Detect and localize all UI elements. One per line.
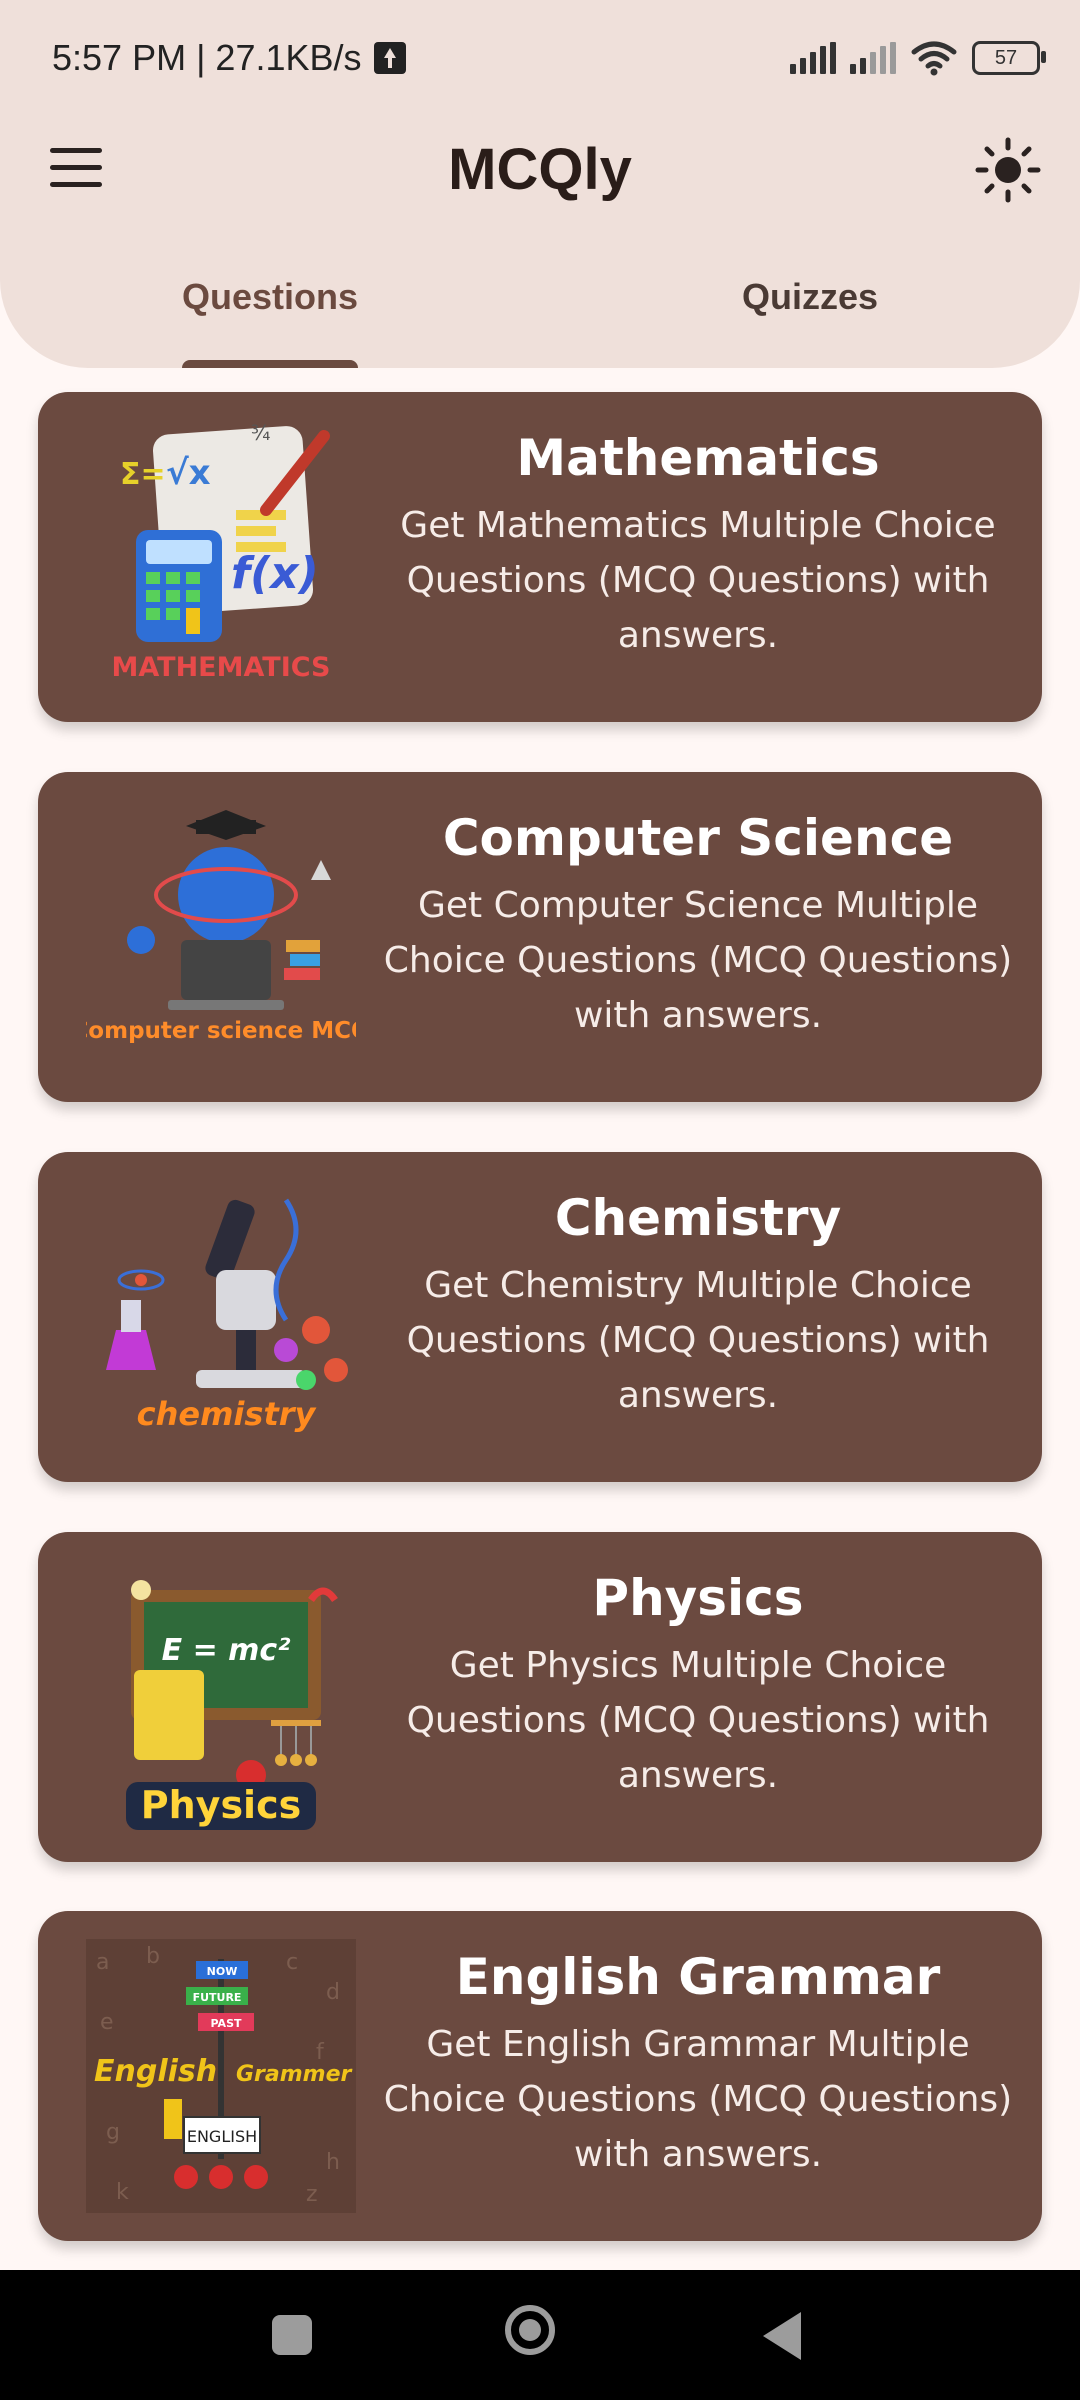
system-navigation-bar [0,2270,1080,2400]
physics-image-label: Physics [141,1783,301,1827]
svg-text:e: e [100,2010,114,2035]
mathematics-image-label: MATHEMATICS [111,652,330,683]
subject-description: Get Computer Science Multiple Choice Que… [383,885,1013,1036]
tab-indicator [182,360,358,368]
subject-title: Mathematics [516,429,880,487]
chemistry-thumbnail: chemistry [106,1198,348,1433]
svg-text:h: h [326,2150,340,2175]
subject-title: Computer Science [442,809,954,867]
chemistry-image-label: chemistry [137,1395,317,1433]
top-app-bar: MCQly [0,118,1080,218]
svg-text:f(x): f(x) [231,548,319,599]
home-button[interactable] [475,2270,595,2400]
tab-questions[interactable]: Questions [0,276,540,318]
svg-text:d: d [326,1980,340,2005]
wifi-icon [911,41,957,76]
status-bar: 5:57 PM | 27.1KB/s 57 [52,30,1046,86]
sun-icon[interactable] [972,134,1044,206]
signal-icon [790,42,836,74]
svg-text:k: k [116,2180,129,2205]
subject-description: Get Mathematics Multiple Choice Question… [400,505,996,656]
sign-future: FUTURE [193,1991,242,2004]
status-time-speed: 5:57 PM | 27.1KB/s [52,37,362,78]
subject-card-chemistry[interactable]: chemistry Chemistry Get Chemistry Multip… [38,1152,1042,1482]
svg-text:g: g [106,2120,120,2145]
subject-card-physics[interactable]: E = mc² Physics Physics Get Physics Mult… [38,1532,1042,1862]
subject-card-text: Physics Get Physics Multiple Choice Ques… [378,1568,1018,1803]
subject-card-computer-science[interactable]: Computer science MCQ Computer Science Ge… [38,772,1042,1102]
signal-secondary-icon [850,42,896,74]
app-title: MCQly [448,137,632,202]
mathematics-thumbnail: Σ= √x f(x) ¾ MATHEMATICS [111,421,330,683]
subject-title: Chemistry [554,1189,842,1247]
subject-card-english-grammar[interactable]: abcd efgh kz NOW FUTURE PAST English Gra… [38,1911,1042,2241]
sign-now: NOW [207,1965,238,1978]
upload-icon [373,42,406,74]
svg-text:a: a [96,1950,109,1975]
subject-title: Physics [592,1569,804,1627]
sign-english: ENGLISH [187,2127,257,2146]
subject-description: Get Physics Multiple Choice Questions (M… [406,1645,990,1796]
subject-card-text: Mathematics Get Mathematics Multiple Cho… [378,428,1018,663]
svg-text:Σ=: Σ= [120,457,166,492]
square-icon [272,2315,312,2355]
physics-thumbnail: E = mc² Physics [126,1580,338,1830]
circle-icon [505,2305,555,2355]
status-left: 5:57 PM | 27.1KB/s [52,37,406,79]
english-image-label: English [94,2054,217,2089]
subject-card-text: Chemistry Get Chemistry Multiple Choice … [378,1188,1018,1423]
svg-text:√x: √x [166,453,211,493]
triangle-back-icon [763,2312,801,2360]
subject-description: Get English Grammar Multiple Choice Ques… [383,2024,1013,2175]
back-button[interactable] [728,2270,848,2400]
battery-icon: 57 [972,41,1046,75]
english-grammar-thumbnail: a b cd efgh kz NOW FUTURE PAST English Gra… [86,1939,356,2213]
grammer-image-label: Grammer [236,2062,353,2087]
svg-text:z: z [306,2182,318,2207]
svg-text:b: b [146,1944,160,1969]
app-header: 5:57 PM | 27.1KB/s 57 MCQly Questions Qu… [0,0,1080,368]
subject-card-mathematics[interactable]: Σ= √x f(x) ¾ MATHEMATICS Mathematics Get… [38,392,1042,722]
svg-text:¾: ¾ [251,421,270,445]
battery-level: 57 [994,46,1018,69]
physics-formula: E = mc² [162,1633,291,1668]
tab-quizzes[interactable]: Quizzes [540,276,1080,318]
tab-bar: Questions Quizzes [0,262,1080,368]
subject-card-text: Computer Science Get Computer Science Mu… [378,808,1018,1043]
computer-science-thumbnail: Computer science MCQ [86,810,356,1044]
subject-card-text: English Grammar Get English Grammar Mult… [378,1947,1018,2182]
subject-title: English Grammar [455,1948,941,2006]
recents-button[interactable] [232,2270,352,2400]
svg-text:c: c [286,1950,298,1975]
subject-description: Get Chemistry Multiple Choice Questions … [406,1265,990,1416]
computer-science-image-label: Computer science MCQ [86,1018,356,1044]
status-right: 57 [790,40,1046,76]
sign-past: PAST [211,2017,242,2030]
